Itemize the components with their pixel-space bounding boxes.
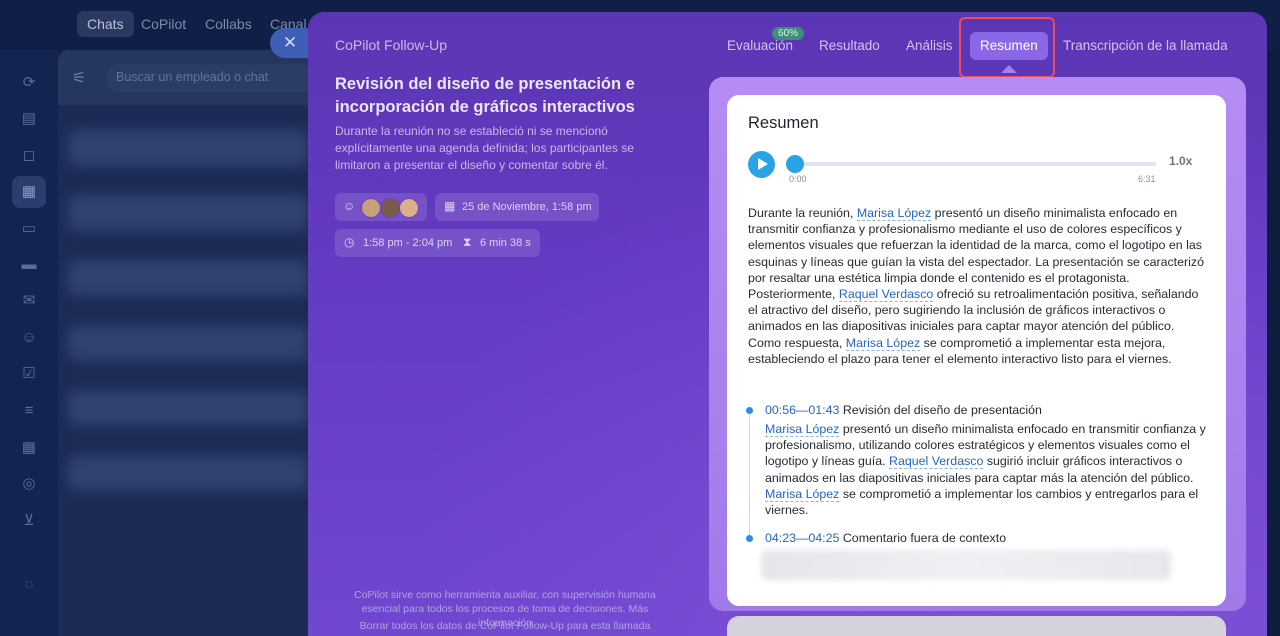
- sync-icon[interactable]: ⟳: [19, 73, 39, 93]
- evaluation-score-badge: 60%: [772, 27, 805, 40]
- timestamp-link[interactable]: 04:23—04:25: [765, 531, 839, 545]
- hourglass-icon: ⧗: [463, 235, 472, 249]
- feed-icon[interactable]: ▤: [19, 109, 39, 129]
- summary-heading: Resumen: [748, 114, 819, 132]
- tab-pointer: [1001, 65, 1017, 73]
- list-item[interactable]: [68, 325, 308, 361]
- list-item[interactable]: [68, 455, 308, 491]
- date-chip: ▦ 25 de Noviembre, 1:58 pm: [435, 193, 599, 221]
- list-item[interactable]: [68, 130, 308, 166]
- mention-link[interactable]: Marisa López: [845, 335, 921, 351]
- tasks-icon[interactable]: ☑: [19, 364, 39, 384]
- time-chip: ◷ 1:58 pm - 2:04 pm ⧗ 6 min 38 s: [335, 229, 540, 257]
- list-item[interactable]: [68, 260, 308, 296]
- mention-link[interactable]: Marisa López: [765, 422, 840, 437]
- playback-speed[interactable]: 1.0x: [1169, 154, 1192, 168]
- participants-chip[interactable]: ☺: [335, 193, 427, 221]
- shop-icon[interactable]: ⊻: [19, 511, 39, 531]
- close-button[interactable]: ✕: [270, 28, 310, 58]
- list-item[interactable]: [68, 390, 308, 426]
- summary-text: Durante la reunión, Marisa López present…: [748, 205, 1210, 367]
- meeting-duration: 6 min 38 s: [480, 237, 531, 249]
- filter-icon[interactable]: ≡: [19, 401, 39, 421]
- mention-link[interactable]: Raquel Verdasco: [838, 287, 934, 303]
- meeting-title: Revisión del diseño de presentación e in…: [335, 75, 635, 116]
- summary-card: Resumen 0:00 6:31 1.0x Durante la reunió…: [727, 95, 1226, 606]
- timeline-heading: 00:56—01:43 Revisión del diseño de prese…: [765, 403, 1042, 417]
- avatar: [399, 198, 419, 218]
- search-placeholder: Buscar un empleado o chat: [116, 70, 269, 84]
- audio-current-time: 0:00: [789, 174, 807, 184]
- meeting-date: 25 de Noviembre, 1:58 pm: [462, 201, 592, 213]
- play-button[interactable]: [748, 151, 775, 178]
- mail-icon[interactable]: ✉: [19, 291, 39, 311]
- tab-chats[interactable]: Chats: [77, 11, 134, 37]
- document-icon[interactable]: ▭: [19, 219, 39, 239]
- target-icon[interactable]: ◎: [19, 474, 39, 494]
- tab-resultado[interactable]: Resultado: [819, 32, 880, 60]
- timeline-dot: [746, 407, 753, 414]
- participants-icon: ☺: [343, 199, 356, 213]
- meeting-description: Durante la reunión no se estableció ni s…: [335, 124, 634, 172]
- timeline-title: Comentario fuera de contexto: [839, 531, 1007, 545]
- calendar-icon: ▦: [444, 199, 456, 213]
- tab-copilot[interactable]: CoPilot: [131, 11, 196, 37]
- timeline-body: Marisa López presentó un diseño minimali…: [765, 421, 1207, 518]
- contacts-icon[interactable]: ☺: [19, 328, 39, 348]
- mention-link[interactable]: Marisa López: [765, 486, 840, 502]
- calendar-icon[interactable]: ▦: [12, 176, 46, 208]
- avatar: [380, 198, 400, 218]
- summary-text-part: Durante la reunión,: [748, 206, 857, 220]
- planner-icon[interactable]: ▦: [19, 438, 39, 458]
- timeline-heading: 04:23—04:25 Comentario fuera de contexto: [765, 531, 1006, 545]
- mention-link[interactable]: Raquel Verdasco: [889, 454, 984, 470]
- chat-icon[interactable]: ◻: [19, 146, 39, 166]
- audio-progress-handle[interactable]: [786, 155, 804, 173]
- settings-icon[interactable]: ◌: [19, 575, 39, 595]
- chat-list: ⚟ Buscar un empleado o chat: [58, 50, 318, 636]
- audio-progress-track[interactable]: [796, 162, 1156, 166]
- delete-data-link[interactable]: Borrar todos los datos de CoPilot Follow…: [335, 620, 675, 632]
- search-bar: ⚟ Buscar un empleado o chat: [58, 50, 318, 105]
- timestamp-link[interactable]: 00:56—01:43: [765, 403, 839, 417]
- filter-icon[interactable]: ⚟: [72, 68, 86, 88]
- avatar: [361, 198, 381, 218]
- copilot-panel: CoPilot Follow-Up Evaluación Resultado A…: [308, 12, 1267, 636]
- mention-link[interactable]: Marisa López: [856, 206, 932, 221]
- next-card: [727, 616, 1226, 636]
- blurred-content: [761, 550, 1171, 580]
- tab-analisis[interactable]: Análisis: [906, 32, 953, 60]
- list-item[interactable]: [68, 195, 308, 231]
- left-rail: ⟳ ▤ ◻ ▦ ▭ ▬ ✉ ☺ ☑ ≡ ▦ ◎ ⊻ ◌: [0, 50, 58, 636]
- meeting-time-range: 1:58 pm - 2:04 pm: [363, 237, 453, 249]
- audio-total-time: 6:31: [1138, 174, 1156, 184]
- timeline-line: [749, 413, 750, 535]
- search-input[interactable]: Buscar un empleado o chat: [106, 64, 316, 92]
- clock-icon: ◷: [344, 235, 355, 249]
- drive-icon[interactable]: ▬: [19, 255, 39, 275]
- tab-transcripcion[interactable]: Transcripción de la llamada: [1063, 32, 1228, 60]
- timeline-dot: [746, 535, 753, 542]
- timeline-title: Revisión del diseño de presentación: [839, 403, 1042, 417]
- tab-collabs[interactable]: Collabs: [195, 11, 262, 37]
